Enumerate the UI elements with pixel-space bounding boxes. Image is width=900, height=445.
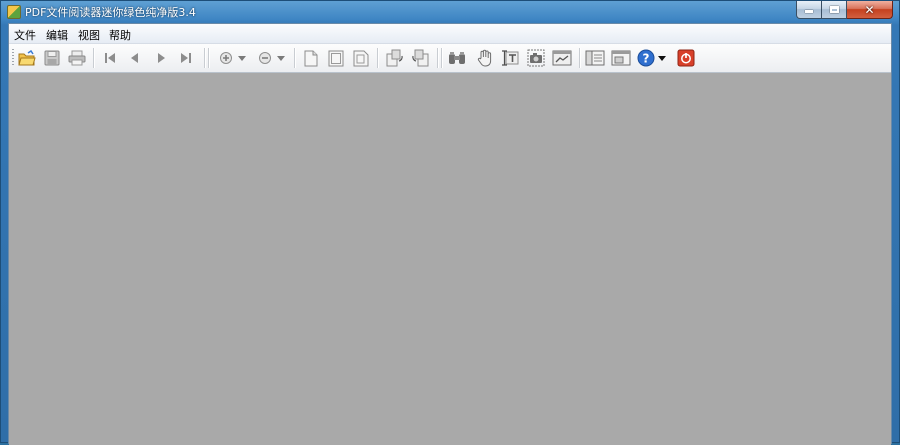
title-bar[interactable]: PDF文件阅读器迷你绿色纯净版3.4 ✕ — [1, 1, 899, 23]
maximize-button[interactable] — [822, 1, 847, 19]
zoom-in-icon — [220, 52, 232, 64]
toolbar-separator — [208, 48, 209, 68]
client-area: 文件 编辑 视图 帮助 ? — [8, 23, 892, 445]
toolbar-separator — [204, 48, 205, 68]
help-icon: ? — [637, 49, 655, 67]
first-page-icon — [105, 53, 115, 63]
menu-file[interactable]: 文件 — [14, 26, 36, 44]
rotate-left-button[interactable] — [410, 48, 430, 68]
toolbar-separator — [437, 48, 438, 68]
find-icon — [449, 52, 465, 64]
last-page-button[interactable] — [176, 48, 196, 68]
zoom-out-icon — [259, 52, 271, 64]
page-icon — [304, 50, 318, 66]
open-icon — [18, 50, 36, 66]
svg-text:?: ? — [643, 52, 650, 66]
save-icon — [44, 50, 60, 66]
fit-page-button[interactable] — [326, 48, 346, 68]
zoom-out-button[interactable] — [255, 48, 275, 68]
save-button[interactable] — [42, 48, 62, 68]
zoom-in-dropdown[interactable] — [236, 48, 248, 68]
rotate-left-icon — [412, 49, 429, 67]
zoom-out-dropdown[interactable] — [275, 48, 287, 68]
minimize-icon — [805, 10, 813, 13]
maximize-icon — [829, 6, 839, 13]
thumbnails-icon — [585, 50, 605, 66]
help-button[interactable]: ? — [636, 48, 656, 68]
toolbar-separator — [294, 48, 295, 68]
app-icon[interactable] — [7, 5, 21, 19]
next-page-icon — [158, 53, 165, 63]
help-dropdown[interactable] — [656, 48, 668, 68]
menu-help[interactable]: 帮助 — [109, 26, 131, 44]
open-button[interactable] — [17, 48, 37, 68]
toolbar-separator — [441, 48, 442, 68]
previous-page-icon — [131, 53, 138, 63]
print-button[interactable] — [67, 48, 87, 68]
app-window: PDF文件阅读器迷你绿色纯净版3.4 ✕ 文件 编辑 视图 帮助 ? — [0, 0, 900, 445]
rotate-right-icon — [386, 49, 403, 67]
fullscreen-button[interactable] — [611, 48, 631, 68]
rotate-right-button[interactable] — [385, 48, 405, 68]
last-page-icon — [181, 53, 191, 63]
text-select-icon — [502, 50, 519, 66]
document-view[interactable] — [9, 73, 891, 445]
find-button[interactable] — [447, 48, 467, 68]
print-icon — [68, 50, 86, 66]
hand-tool-icon — [477, 49, 492, 67]
zoom-in-dropdown-icon — [238, 55, 246, 61]
close-icon: ✕ — [864, 2, 875, 17]
snapshot-icon — [527, 49, 545, 67]
toolbar-grip[interactable] — [12, 49, 14, 67]
actual-size-button[interactable] — [301, 48, 321, 68]
toolbar: ? — [9, 44, 891, 73]
minimize-button[interactable] — [796, 1, 822, 19]
help-dropdown-icon — [658, 55, 666, 61]
window-title: PDF文件阅读器迷你绿色纯净版3.4 — [25, 6, 196, 19]
fit-page-icon — [328, 50, 344, 66]
caption-buttons: ✕ — [796, 1, 893, 20]
menu-bar: 文件 编辑 视图 帮助 — [9, 24, 891, 44]
next-page-button[interactable] — [151, 48, 171, 68]
toolbar-separator — [377, 48, 378, 68]
exit-icon — [677, 49, 695, 67]
toolbar-separator — [93, 48, 94, 68]
zoom-out-dropdown-icon — [277, 55, 285, 61]
previous-page-button[interactable] — [125, 48, 145, 68]
text-select-button[interactable] — [500, 48, 520, 68]
exit-button[interactable] — [676, 48, 696, 68]
graphics-select-button[interactable] — [552, 48, 572, 68]
menu-edit[interactable]: 编辑 — [46, 26, 68, 44]
fullscreen-icon — [611, 50, 631, 66]
fit-width-button[interactable] — [351, 48, 371, 68]
zoom-in-button[interactable] — [216, 48, 236, 68]
close-button[interactable]: ✕ — [847, 1, 893, 19]
fit-width-icon — [353, 50, 369, 66]
menu-view[interactable]: 视图 — [78, 26, 100, 44]
first-page-button[interactable] — [100, 48, 120, 68]
hand-tool-button[interactable] — [475, 48, 495, 68]
thumbnails-button[interactable] — [585, 48, 605, 68]
snapshot-button[interactable] — [526, 48, 546, 68]
graphics-select-icon — [552, 50, 572, 66]
toolbar-separator — [579, 48, 580, 68]
